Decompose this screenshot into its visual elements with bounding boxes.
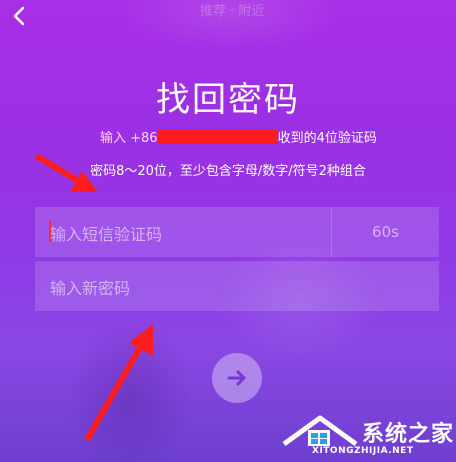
annotation-arrow-top <box>35 154 98 192</box>
watermark-url: XITONGZHIJIA.NET <box>312 446 414 456</box>
watermark-brand: 系统之家 <box>362 422 455 447</box>
house-logo-icon <box>282 415 358 447</box>
annotation-arrow-bottom <box>85 324 153 441</box>
annotation-arrows <box>35 154 153 441</box>
watermark: 系统之家 XITONGZHIJIA.NET <box>280 410 456 462</box>
